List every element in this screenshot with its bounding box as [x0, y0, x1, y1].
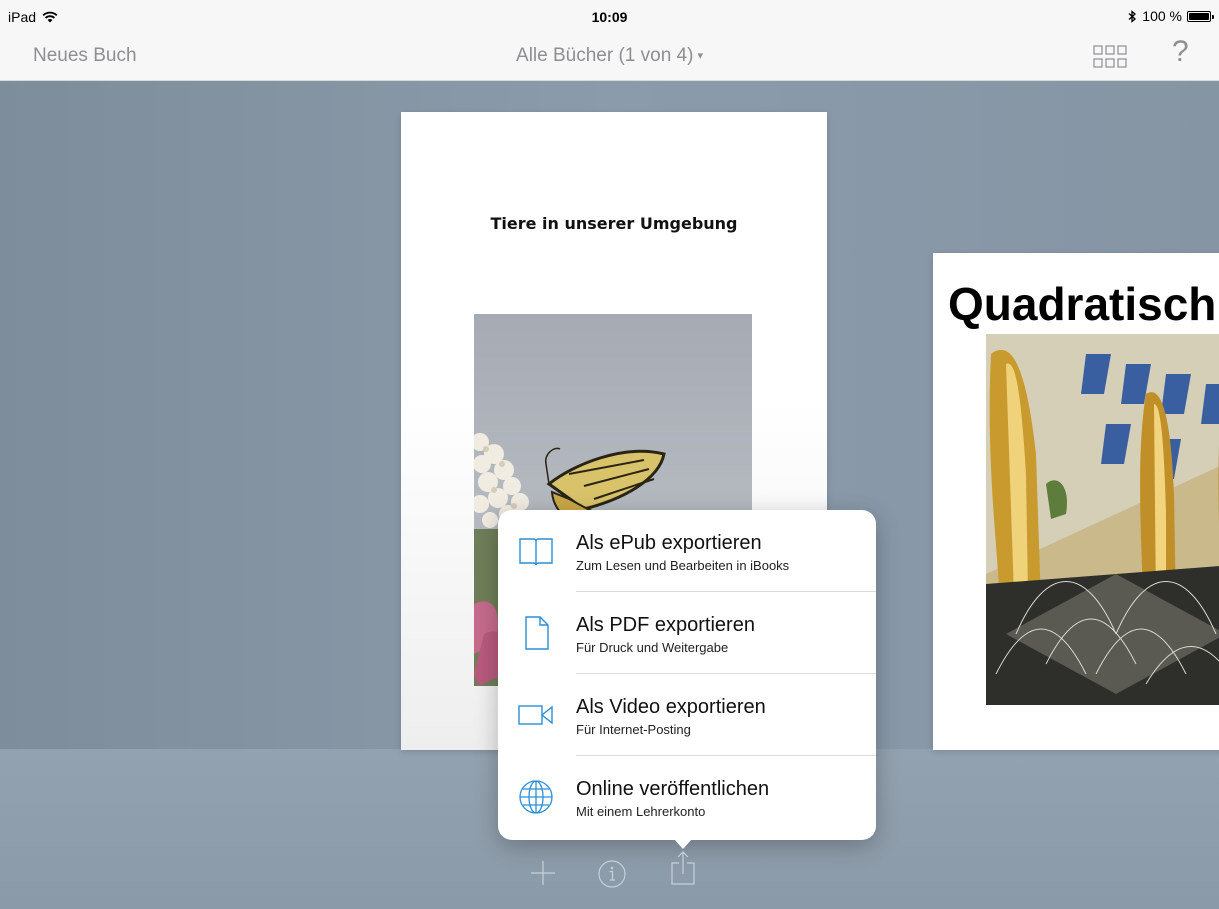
- plus-icon[interactable]: [530, 860, 556, 886]
- status-time: 10:09: [591, 9, 628, 25]
- export-epub-option[interactable]: Als ePub exportieren Zum Lesen und Bearb…: [498, 510, 876, 592]
- share-icon[interactable]: [670, 850, 696, 886]
- atrium-image: [986, 334, 1219, 705]
- book-2-building-photo: [986, 334, 1219, 705]
- document-icon: [525, 616, 549, 650]
- help-button[interactable]: ?: [1172, 35, 1189, 69]
- popover-arrow: [674, 839, 692, 849]
- dropdown-caret-icon: ▾: [697, 50, 703, 63]
- grid-view-icon[interactable]: [1093, 43, 1127, 71]
- globe-icon: [519, 780, 553, 814]
- export-pdf-subtitle: Für Druck und Weitergabe: [576, 640, 729, 655]
- export-pdf-option[interactable]: Als PDF exportieren Für Druck und Weiter…: [498, 592, 876, 674]
- book-1-title: Tiere in unserer Umgebung: [490, 214, 738, 233]
- export-epub-label: Als ePub exportieren: [576, 532, 762, 554]
- library-title: Alle Bücher (1 von 4): [516, 45, 694, 66]
- export-epub-subtitle: Zum Lesen und Bearbeiten in iBooks: [576, 558, 790, 573]
- status-right: 100 %: [1128, 8, 1214, 24]
- library-title-dropdown[interactable]: Alle Bücher (1 von 4) ▾: [0, 45, 1219, 67]
- export-pdf-label: Als PDF exportieren: [576, 614, 755, 636]
- navigation-bar: Neues Buch Alle Bücher (1 von 4) ▾ ?: [0, 34, 1219, 81]
- export-video-subtitle: Für Internet-Posting: [576, 722, 691, 737]
- publish-online-option[interactable]: Online veröffentlichen Mit einem Lehrerk…: [498, 756, 876, 838]
- battery-icon: [1187, 10, 1214, 22]
- publish-online-label: Online veröffentlichen: [576, 778, 770, 800]
- status-bar: iPad 10:09 100 %: [0, 0, 1219, 34]
- export-video-option[interactable]: Als Video exportieren Für Internet-Posti…: [498, 674, 876, 756]
- export-popover: Als ePub exportieren Zum Lesen und Bearb…: [498, 510, 876, 840]
- book-cover-2[interactable]: Quadratisch: [933, 253, 1219, 750]
- video-camera-icon: [518, 705, 553, 725]
- publish-online-subtitle: Mit einem Lehrerkonto: [576, 804, 706, 819]
- book-icon: [519, 538, 553, 566]
- bluetooth-icon: [1128, 9, 1137, 23]
- book-2-title: Quadratisch: [948, 278, 1217, 330]
- export-video-label: Als Video exportieren: [576, 696, 766, 718]
- info-icon[interactable]: [597, 859, 627, 889]
- battery-percent: 100 %: [1142, 8, 1182, 24]
